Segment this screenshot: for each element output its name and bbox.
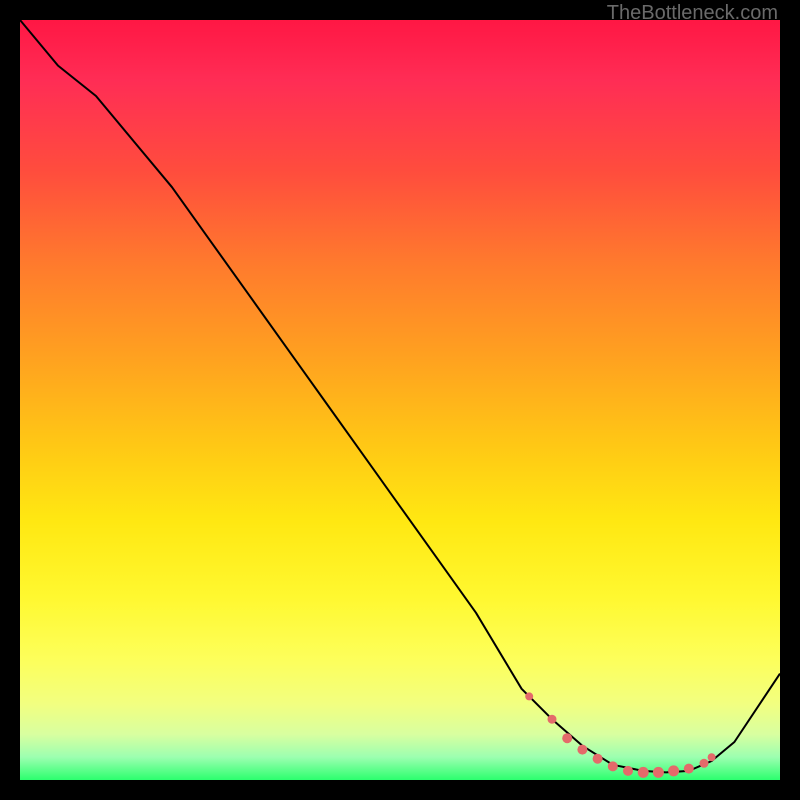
marker-point — [577, 745, 587, 755]
marker-point — [562, 733, 572, 743]
marker-point — [548, 715, 557, 724]
attribution-label: TheBottleneck.com — [607, 2, 778, 25]
marker-point — [653, 767, 664, 778]
marker-point — [525, 692, 533, 700]
line-series — [20, 20, 780, 772]
marker-point — [684, 764, 694, 774]
marker-point — [623, 766, 633, 776]
marker-point — [638, 767, 649, 778]
marker-point — [593, 754, 603, 764]
chart-svg — [20, 20, 780, 780]
curve-path — [20, 20, 780, 772]
marker-point — [700, 759, 709, 768]
marker-point — [668, 765, 679, 776]
marker-series — [525, 692, 715, 778]
marker-point — [608, 761, 618, 771]
marker-point — [708, 753, 716, 761]
